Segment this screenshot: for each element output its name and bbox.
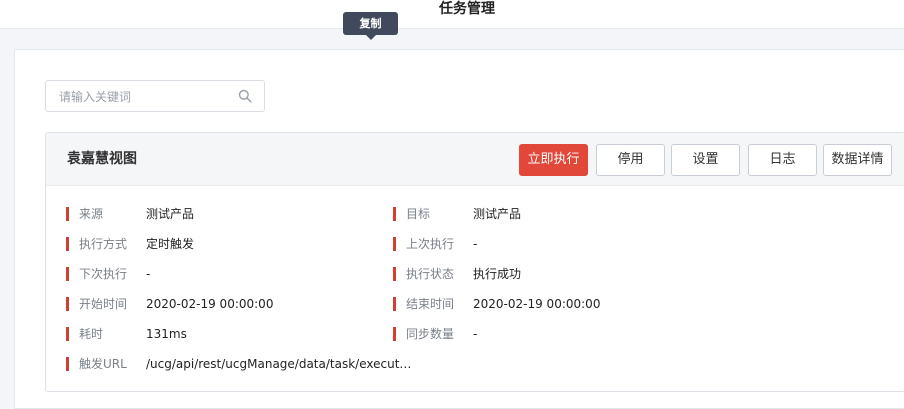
field-marker (66, 267, 69, 281)
task-card-header: 袁嘉慧视图 立即执行 停用 设置 日志 数据详情 (46, 133, 904, 186)
field-label: 目标 (406, 207, 431, 221)
field-value: - (473, 327, 478, 341)
task-name: 袁嘉慧视图 (67, 151, 137, 167)
field-marker (66, 237, 69, 251)
field-marker (393, 237, 396, 251)
field-label: 耗时 (79, 327, 104, 341)
field-value: 2020-02-19 00:00:00 (473, 297, 601, 311)
log-button[interactable]: 日志 (748, 144, 817, 176)
settings-button[interactable]: 设置 (671, 144, 740, 176)
search-box[interactable] (45, 80, 265, 113)
field-label: 来源 (79, 207, 104, 221)
field-value: 2020-02-19 00:00:00 (146, 297, 274, 311)
field-label: 下次执行 (79, 267, 128, 281)
copy-tooltip: 复制 (343, 12, 398, 40)
field-value: /ucg/api/rest/ucgManage/data/task/execut… (146, 357, 412, 371)
field-value: 测试产品 (473, 207, 522, 221)
field-marker (393, 267, 396, 281)
data-details-button[interactable]: 数据详情 (823, 144, 892, 176)
run-now-button[interactable]: 立即执行 (519, 144, 588, 176)
field-marker (66, 357, 69, 371)
field-label: 执行状态 (406, 267, 455, 281)
field-value: 执行成功 (473, 267, 522, 281)
field-value: - (473, 237, 478, 251)
field-label: 开始时间 (79, 297, 128, 311)
field-marker (66, 327, 69, 341)
field-value: 定时触发 (146, 237, 195, 251)
field-value: 测试产品 (146, 207, 195, 221)
search-icon[interactable] (238, 89, 252, 103)
field-value: - (146, 267, 151, 281)
search-input[interactable] (46, 81, 241, 113)
top-bar: 任务管理 (0, 0, 904, 29)
field-marker (393, 327, 396, 341)
field-label: 触发URL (79, 357, 127, 371)
field-marker (66, 297, 69, 311)
field-label: 结束时间 (406, 297, 455, 311)
field-label: 上次执行 (406, 237, 455, 251)
task-card: 袁嘉慧视图 立即执行 停用 设置 日志 数据详情 来源 测试产品 执行方式 定时… (45, 132, 904, 392)
field-label: 同步数量 (406, 327, 455, 341)
field-value: 131ms (146, 327, 187, 341)
page-title: 任务管理 (439, 1, 495, 17)
field-marker (393, 207, 396, 221)
disable-button[interactable]: 停用 (596, 144, 665, 176)
field-marker (66, 207, 69, 221)
field-label: 执行方式 (79, 237, 128, 251)
field-marker (393, 297, 396, 311)
